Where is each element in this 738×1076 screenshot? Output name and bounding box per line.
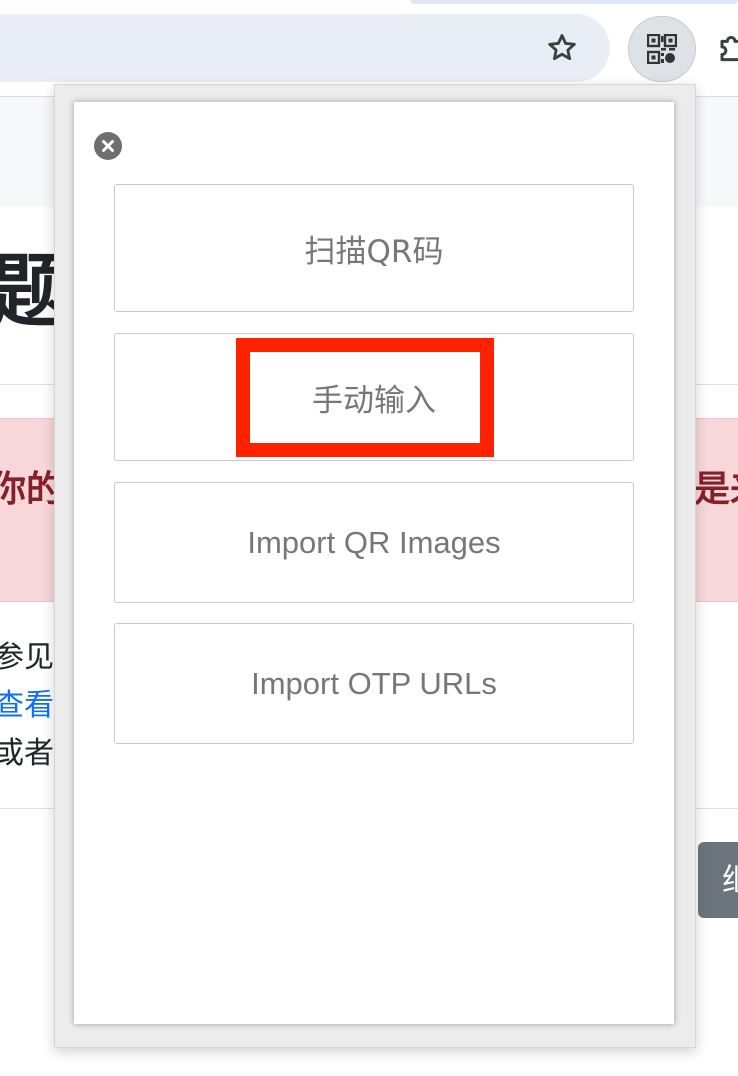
address-bar[interactable] <box>0 14 610 82</box>
bookmark-star-icon[interactable] <box>542 28 582 68</box>
continue-button[interactable]: 继 <box>698 842 738 918</box>
import-otp-urls-button[interactable]: Import OTP URLs <box>114 623 634 744</box>
view-link[interactable]: 查看 <box>0 688 54 723</box>
alert-text-right: 是来 <box>694 469 738 510</box>
scan-qr-button[interactable]: 扫描QR码 <box>114 184 634 312</box>
qr-code-icon <box>647 34 677 64</box>
extensions-puzzle-icon[interactable] <box>712 28 738 68</box>
import-qr-images-button[interactable]: Import QR Images <box>114 482 634 603</box>
qr-extension-button[interactable] <box>628 16 696 82</box>
body-text: 或者 <box>0 736 54 771</box>
tab-strip-edge <box>410 0 738 4</box>
alert-text-left: 你的 <box>0 469 63 510</box>
body-text-line: 查看 <box>0 688 54 724</box>
close-icon[interactable] <box>94 132 122 160</box>
browser-toolbar <box>0 0 738 97</box>
screen: 题 你的 是来 参见 查看 或者发 继 扫描QR码 手动输入 Import QR… <box>0 0 738 1076</box>
body-text-line: 参见 <box>0 640 54 676</box>
manual-entry-button[interactable]: 手动输入 <box>114 333 634 461</box>
body-text: 参见 <box>0 640 54 675</box>
